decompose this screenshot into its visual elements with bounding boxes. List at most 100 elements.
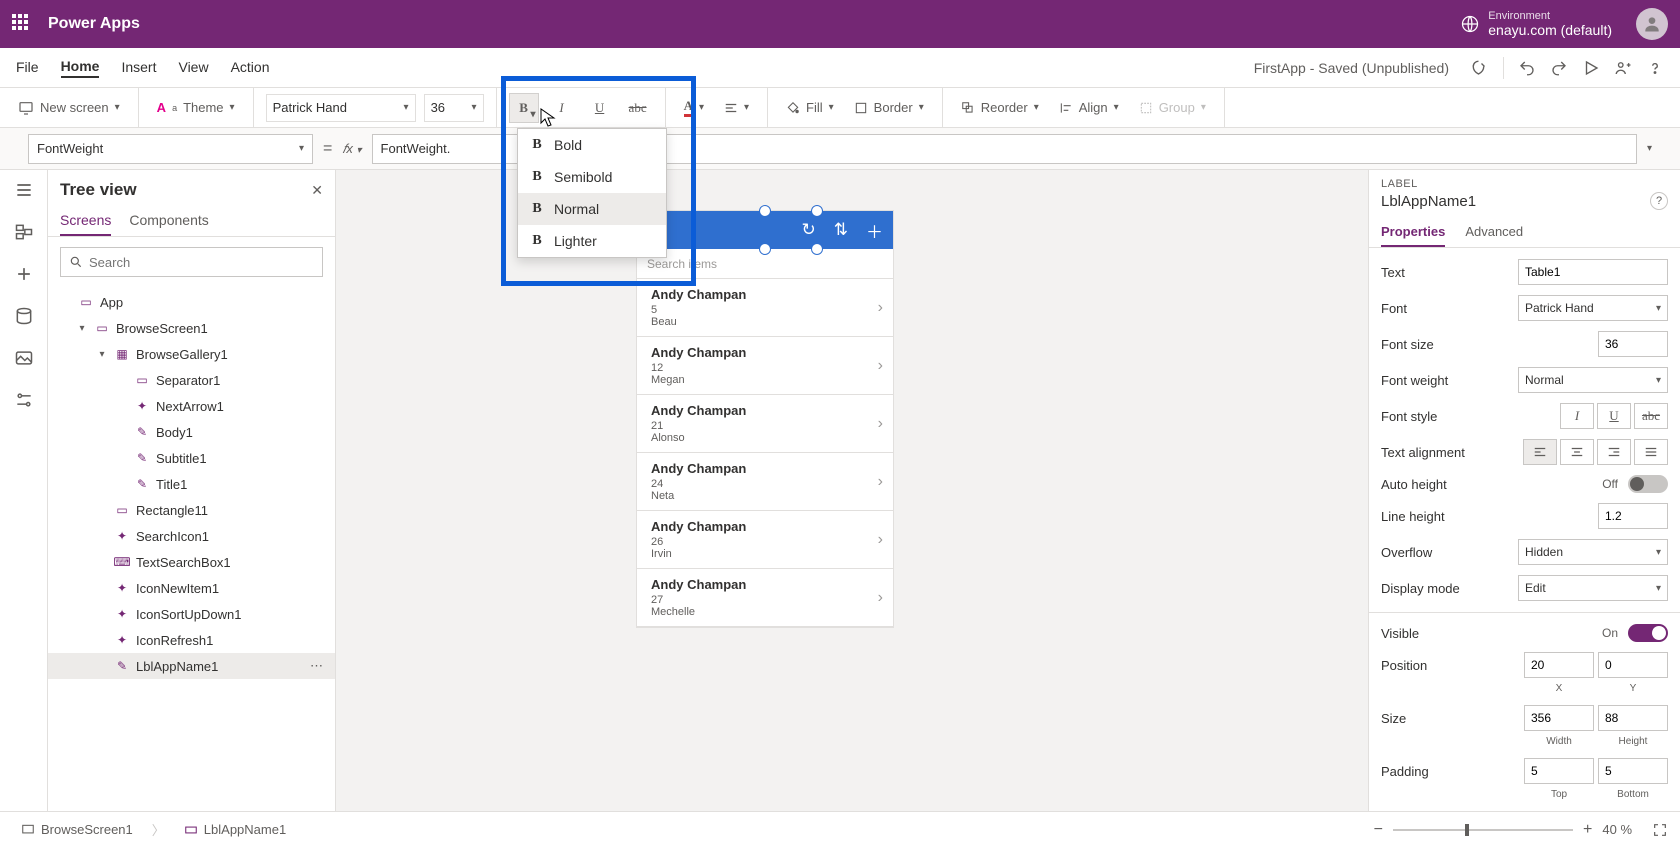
user-avatar[interactable] (1636, 8, 1668, 40)
help-icon[interactable]: ? (1650, 192, 1668, 210)
menu-view[interactable]: View (178, 59, 208, 77)
tree-node-searchicon[interactable]: ✦SearchIcon1 (48, 523, 335, 549)
theme-button[interactable]: Aa Theme▾ (151, 96, 241, 119)
chevron-right-icon[interactable]: › (878, 473, 883, 491)
prop-text-input[interactable] (1518, 259, 1668, 285)
prop-lineheight-input[interactable] (1598, 503, 1668, 529)
hamburger-icon[interactable] (14, 180, 34, 200)
prop-visible-toggle[interactable] (1628, 624, 1668, 642)
dropdown-item-bold[interactable]: BBold (518, 129, 666, 161)
italic-button[interactable]: I (547, 93, 577, 123)
strikethrough-button[interactable]: abc (623, 93, 653, 123)
undo-icon[interactable] (1518, 59, 1536, 77)
chevron-right-icon[interactable]: › (878, 357, 883, 375)
app-header-preview[interactable]: abl ↻ ⇅ ＋ (637, 211, 893, 249)
tab-advanced[interactable]: Advanced (1465, 218, 1523, 247)
prop-x-input[interactable] (1524, 652, 1594, 678)
design-canvas[interactable]: abl ↻ ⇅ ＋ Search items Andy Champan5Beau… (336, 170, 1368, 811)
dropdown-item-semibold[interactable]: BSemibold (518, 161, 666, 193)
breadcrumb-screen[interactable]: BrowseScreen1 (12, 818, 142, 841)
redo-icon[interactable] (1550, 59, 1568, 77)
tree-node-iconrefresh[interactable]: ✦IconRefresh1 (48, 627, 335, 653)
border-button[interactable]: Border▾ (848, 96, 930, 119)
formula-expand-icon[interactable]: ▾ (1647, 143, 1652, 154)
play-icon[interactable] (1582, 59, 1600, 77)
prop-font-select[interactable]: Patrick Hand▾ (1518, 295, 1668, 321)
tab-screens[interactable]: Screens (60, 206, 111, 236)
align-button[interactable]: Align▾ (1053, 96, 1125, 119)
gallery-row[interactable]: Andy Champan24Neta› (637, 453, 893, 511)
fit-screen-icon[interactable] (1652, 822, 1668, 838)
tree-node-iconnew[interactable]: ✦IconNewItem1 (48, 575, 335, 601)
chevron-right-icon[interactable]: › (878, 299, 883, 317)
tree-node-browsescreen[interactable]: ▾▭BrowseScreen1 (48, 315, 335, 341)
tree-node-body[interactable]: ✎Body1 (48, 419, 335, 445)
tree-node-rectangle[interactable]: ▭Rectangle11 (48, 497, 335, 523)
app-launcher-icon[interactable] (12, 14, 32, 34)
tree-node-app[interactable]: ▭App (48, 289, 335, 315)
dropdown-item-lighter[interactable]: BLighter (518, 225, 666, 257)
help-icon[interactable] (1646, 59, 1664, 77)
font-color-button[interactable]: A▾ (678, 94, 710, 121)
gallery-row[interactable]: Andy Champan26Irvin› (637, 511, 893, 569)
tree-search[interactable] (60, 247, 323, 277)
menu-file[interactable]: File (16, 59, 39, 77)
gallery-row[interactable]: Andy Champan21Alonso› (637, 395, 893, 453)
data-icon[interactable] (14, 306, 34, 326)
underline-button[interactable]: U (585, 93, 615, 123)
breadcrumb-control[interactable]: LblAppName1 (175, 818, 295, 841)
tree-node-lblappname[interactable]: ✎LblAppName1⋯ (48, 653, 335, 679)
prop-padbottom-input[interactable] (1598, 758, 1668, 784)
insert-icon[interactable] (14, 264, 34, 284)
tab-components[interactable]: Components (129, 206, 208, 236)
sort-icon[interactable]: ⇅ (834, 220, 848, 240)
tree-node-iconsort[interactable]: ✦IconSortUpDown1 (48, 601, 335, 627)
add-icon[interactable]: ＋ (866, 218, 883, 243)
prop-underline-button[interactable]: U (1597, 403, 1631, 429)
chevron-right-icon[interactable]: › (878, 589, 883, 607)
zoom-slider[interactable] (1393, 829, 1573, 831)
prop-y-input[interactable] (1598, 652, 1668, 678)
media-icon[interactable] (14, 348, 34, 368)
prop-padtop-input[interactable] (1524, 758, 1594, 784)
prop-displaymode-select[interactable]: Edit▾ (1518, 575, 1668, 601)
chevron-right-icon[interactable]: › (878, 531, 883, 549)
more-icon[interactable]: ⋯ (310, 658, 325, 674)
prop-overflow-select[interactable]: Hidden▾ (1518, 539, 1668, 565)
menu-action[interactable]: Action (231, 59, 270, 77)
prop-italic-button[interactable]: I (1560, 403, 1594, 429)
refresh-icon[interactable]: ↻ (802, 220, 816, 240)
zoom-out-button[interactable]: − (1374, 821, 1383, 839)
bold-button[interactable]: B▾ (509, 93, 539, 123)
text-align-button[interactable]: ▾ (718, 97, 755, 119)
tree-node-subtitle[interactable]: ✎Subtitle1 (48, 445, 335, 471)
prop-fontsize-input[interactable] (1598, 331, 1668, 357)
reorder-button[interactable]: Reorder▾ (955, 96, 1045, 119)
settings-icon[interactable] (14, 390, 34, 410)
prop-strike-button[interactable]: abc (1634, 403, 1668, 429)
new-screen-button[interactable]: New screen▾ (12, 96, 126, 120)
app-checker-icon[interactable] (1471, 59, 1489, 77)
tree-view-icon[interactable] (14, 222, 34, 242)
chevron-right-icon[interactable]: › (878, 415, 883, 433)
environment-picker[interactable]: Environment enayu.com (default) (1460, 10, 1612, 38)
tree-search-input[interactable] (89, 255, 314, 270)
dropdown-item-normal[interactable]: BNormal (518, 193, 666, 225)
gallery-row[interactable]: Andy Champan27Mechelle› (637, 569, 893, 627)
tree-node-browsegallery[interactable]: ▾▦BrowseGallery1 (48, 341, 335, 367)
tree-node-textsearch[interactable]: ⌨TextSearchBox1 (48, 549, 335, 575)
gallery-row[interactable]: Andy Champan5Beau› (637, 279, 893, 337)
tree-node-separator[interactable]: ▭Separator1 (48, 367, 335, 393)
align-left-button[interactable] (1523, 439, 1557, 465)
close-icon[interactable]: ✕ (311, 182, 323, 199)
fx-label[interactable]: 𝑓x ▾ (342, 141, 361, 157)
menu-home[interactable]: Home (61, 58, 100, 78)
align-center-button[interactable] (1560, 439, 1594, 465)
tree-node-title[interactable]: ✎Title1 (48, 471, 335, 497)
tree-node-nextarrow[interactable]: ✦NextArrow1 (48, 393, 335, 419)
align-justify-button[interactable] (1634, 439, 1668, 465)
property-selector[interactable]: FontWeight▾ (28, 134, 313, 164)
gallery-row[interactable]: Andy Champan12Megan› (637, 337, 893, 395)
menu-insert[interactable]: Insert (121, 59, 156, 77)
zoom-in-button[interactable]: + (1583, 821, 1592, 839)
